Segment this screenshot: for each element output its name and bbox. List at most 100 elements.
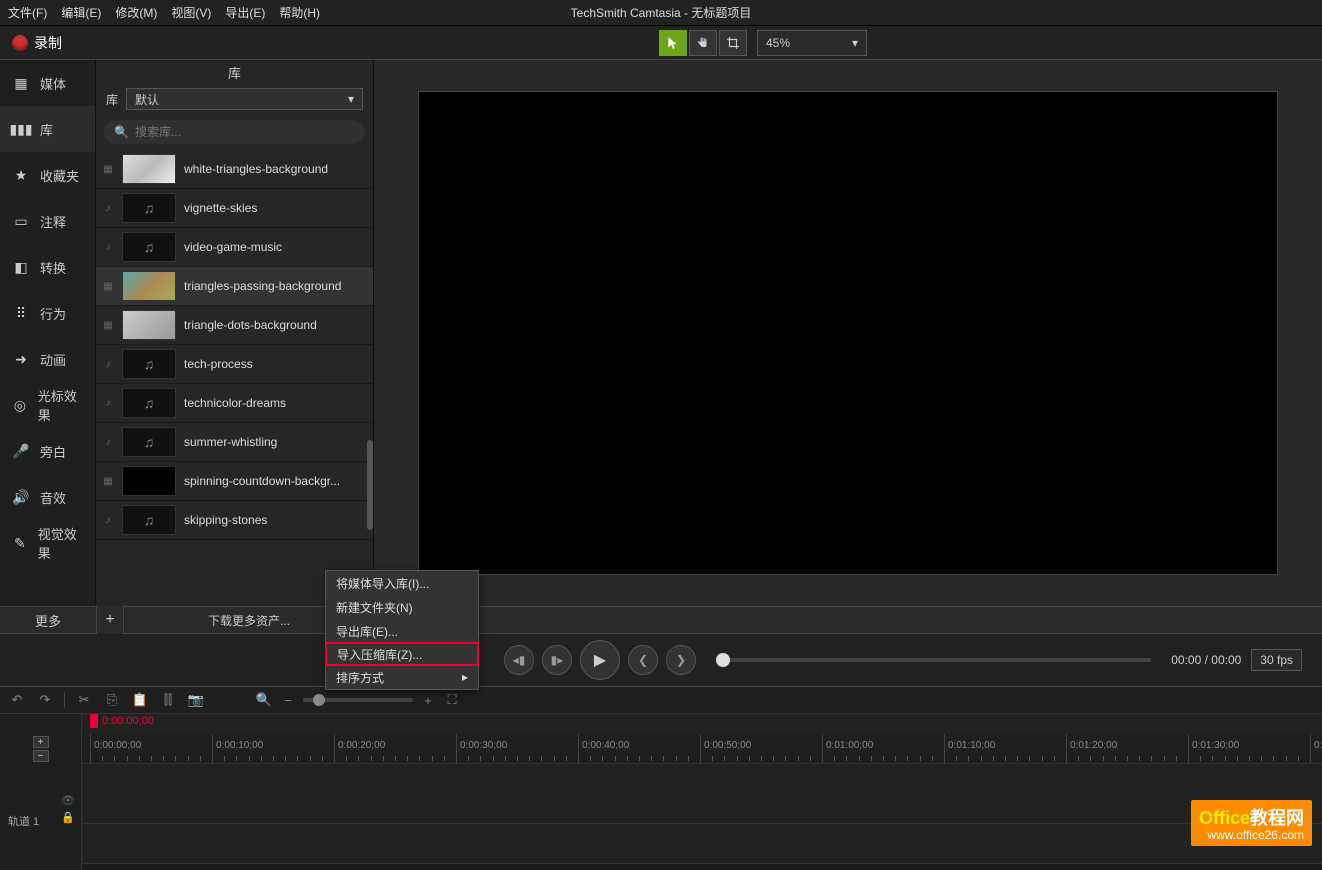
select-tool[interactable] bbox=[659, 30, 687, 56]
track-lane[interactable] bbox=[82, 824, 1322, 864]
screenshot-button[interactable]: 📷 bbox=[187, 691, 205, 709]
type-icon: ♪ bbox=[102, 436, 114, 448]
ruler-tick: 0:00:10;00 bbox=[212, 734, 263, 763]
sidebar-visual[interactable]: ✎视觉效果 bbox=[0, 520, 95, 566]
next-frame-button[interactable]: ❯ bbox=[666, 645, 696, 675]
sidebar-media[interactable]: ▦媒体 bbox=[0, 60, 95, 106]
copy-button[interactable]: ⎘ bbox=[103, 691, 121, 709]
record-button[interactable]: 录制 bbox=[0, 26, 74, 59]
sidebar-voice[interactable]: 🎤旁白 bbox=[0, 428, 95, 474]
play-button[interactable]: ▶ bbox=[580, 640, 620, 680]
pan-tool[interactable] bbox=[689, 30, 717, 56]
library-panel: 库 库 默认 ▾ 🔍 ▦white-triangles-background♪♫… bbox=[96, 60, 374, 606]
sidebar-cursor[interactable]: ◎光标效果 bbox=[0, 382, 95, 428]
zoom-select[interactable]: 45% ▾ bbox=[757, 30, 867, 56]
type-icon: ▦ bbox=[102, 163, 114, 175]
library-item[interactable]: ♪♫skipping-stones bbox=[96, 501, 373, 540]
library-item-name: video-game-music bbox=[184, 240, 367, 254]
more-button[interactable]: 更多 bbox=[0, 611, 96, 630]
menu-export[interactable]: 导出(E) bbox=[225, 4, 265, 21]
context-menu-item[interactable]: 将媒体导入库(I)... bbox=[326, 571, 478, 595]
sidebar-annotations[interactable]: ▭注释 bbox=[0, 198, 95, 244]
library-scrollbar[interactable] bbox=[367, 150, 373, 606]
library-item[interactable]: ♪♫vignette-skies bbox=[96, 189, 373, 228]
menu-file[interactable]: 文件(F) bbox=[8, 4, 47, 21]
context-menu: 将媒体导入库(I)...新建文件夹(N)导出库(E)...导入压缩库(Z)...… bbox=[325, 570, 479, 690]
preview-canvas[interactable] bbox=[418, 91, 1278, 575]
menu-view[interactable]: 视图(V) bbox=[171, 4, 211, 21]
behaviors-icon: ⠿ bbox=[12, 304, 30, 322]
track-lane[interactable] bbox=[82, 764, 1322, 824]
split-button[interactable]: ⫿⫿ bbox=[159, 691, 177, 709]
context-menu-item[interactable]: 新建文件夹(N) bbox=[326, 595, 478, 619]
zoom-icon: 🔍 bbox=[255, 691, 273, 709]
library-item[interactable]: ♪♫summer-whistling bbox=[96, 423, 373, 462]
library-item-name: white-triangles-background bbox=[184, 162, 367, 176]
search-input[interactable] bbox=[135, 125, 355, 139]
zoom-fit-button[interactable]: ⛶ bbox=[443, 691, 461, 709]
sidebar-favorites[interactable]: ★收藏夹 bbox=[0, 152, 95, 198]
chevron-down-icon: ▾ bbox=[348, 92, 354, 106]
thumbnail bbox=[122, 466, 176, 496]
seek-bar[interactable] bbox=[716, 658, 1151, 662]
type-icon: ▦ bbox=[102, 319, 114, 331]
eye-icon[interactable]: 👁 bbox=[61, 794, 75, 807]
sidebar-library[interactable]: ▮▮▮库 bbox=[0, 106, 95, 152]
ruler-tick: 0:01:10;00 bbox=[944, 734, 995, 763]
redo-button[interactable]: ↷ bbox=[36, 691, 54, 709]
library-item[interactable]: ♪♫video-game-music bbox=[96, 228, 373, 267]
library-item[interactable]: ▦triangle-dots-background bbox=[96, 306, 373, 345]
step-back-button[interactable]: ▮▸ bbox=[542, 645, 572, 675]
timeline-track-headers: + − 轨道 1 👁 🔒 bbox=[0, 714, 82, 870]
add-button[interactable]: + bbox=[96, 606, 124, 634]
library-item[interactable]: ♪♫tech-process bbox=[96, 345, 373, 384]
more-bar: 更多 + 下载更多资产... bbox=[0, 606, 1322, 634]
context-menu-item[interactable]: 排序方式▸ bbox=[326, 665, 478, 689]
paste-button[interactable]: 📋 bbox=[131, 691, 149, 709]
cursor-icon: ◎ bbox=[12, 396, 28, 414]
library-dropdown[interactable]: 默认 ▾ bbox=[126, 88, 363, 110]
crop-tool[interactable] bbox=[719, 30, 747, 56]
ruler-tick: 0:01:30;00 bbox=[1188, 734, 1239, 763]
type-icon: ♪ bbox=[102, 241, 114, 253]
ruler-tick: 0:01:20;00 bbox=[1066, 734, 1117, 763]
fps-display[interactable]: 30 fps bbox=[1251, 649, 1302, 671]
top-toolbar: 录制 45% ▾ bbox=[0, 26, 1322, 60]
library-item[interactable]: ▦triangles-passing-background bbox=[96, 267, 373, 306]
seek-handle[interactable] bbox=[716, 653, 730, 667]
zoom-slider[interactable] bbox=[303, 698, 413, 702]
remove-track-button[interactable]: − bbox=[33, 750, 49, 762]
library-item[interactable]: ♪♫technicolor-dreams bbox=[96, 384, 373, 423]
library-item[interactable]: ▦spinning-countdown-backgr... bbox=[96, 462, 373, 501]
cut-button[interactable]: ✂ bbox=[75, 691, 93, 709]
zoom-in-button[interactable]: + bbox=[419, 691, 437, 709]
context-menu-item[interactable]: 导出库(E)... bbox=[326, 619, 478, 643]
tool-sidebar: ▦媒体 ▮▮▮库 ★收藏夹 ▭注释 ◧转换 ⠿行为 ➜动画 ◎光标效果 🎤旁白 … bbox=[0, 60, 96, 606]
sidebar-animations[interactable]: ➜动画 bbox=[0, 336, 95, 382]
time-display: 00:00 / 00:00 bbox=[1171, 653, 1241, 667]
menu-edit[interactable]: 编辑(E) bbox=[61, 4, 101, 21]
library-search[interactable]: 🔍 bbox=[104, 120, 365, 144]
sidebar-audio[interactable]: 🔊音效 bbox=[0, 474, 95, 520]
lock-icon[interactable]: 🔒 bbox=[61, 811, 75, 824]
context-menu-item[interactable]: 导入压缩库(Z)... bbox=[325, 642, 479, 666]
library-item[interactable]: ▦ white-triangles-background bbox=[96, 150, 373, 189]
watermark: Office教程网 www.office26.com bbox=[1191, 800, 1312, 846]
prev-frame-button[interactable]: ◂▮ bbox=[504, 645, 534, 675]
sidebar-behaviors[interactable]: ⠿行为 bbox=[0, 290, 95, 336]
menu-help[interactable]: 帮助(H) bbox=[279, 4, 320, 21]
playhead-marker-icon bbox=[90, 714, 98, 728]
step-forward-button[interactable]: ❮ bbox=[628, 645, 658, 675]
undo-button[interactable]: ↶ bbox=[8, 691, 26, 709]
ruler-tick: 0:00:30;00 bbox=[456, 734, 507, 763]
type-icon: ♪ bbox=[102, 514, 114, 526]
sidebar-transitions[interactable]: ◧转换 bbox=[0, 244, 95, 290]
zoom-out-button[interactable]: − bbox=[279, 691, 297, 709]
record-icon bbox=[12, 35, 28, 51]
timeline-ruler[interactable]: 0:00:00;000:00:10;000:00:20;000:00:30;00… bbox=[82, 734, 1322, 764]
add-track-button[interactable]: + bbox=[33, 736, 49, 748]
ruler-tick: 0:00:50;00 bbox=[700, 734, 751, 763]
playhead[interactable]: 0:00:00;00 bbox=[90, 714, 154, 728]
menu-modify[interactable]: 修改(M) bbox=[115, 4, 157, 21]
ruler-tick: 0:00:20;00 bbox=[334, 734, 385, 763]
